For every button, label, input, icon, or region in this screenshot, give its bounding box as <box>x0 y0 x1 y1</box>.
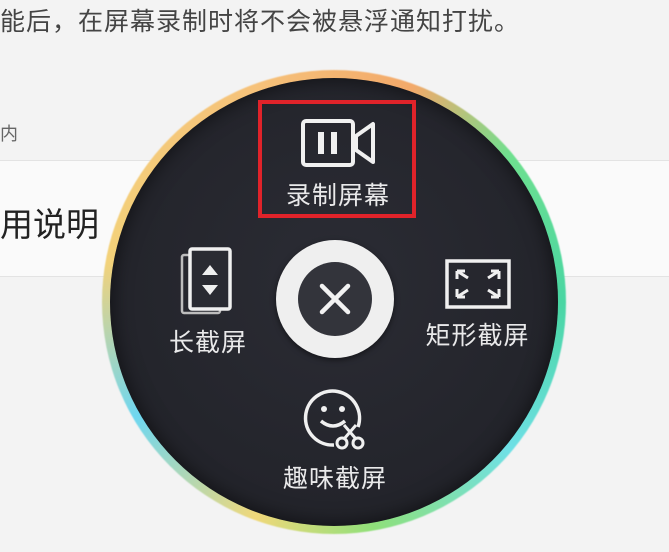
fun-screenshot-icon <box>303 389 365 450</box>
close-icon <box>319 283 351 315</box>
close-menu-button[interactable] <box>276 240 394 358</box>
long-screenshot-label: 长截屏 <box>168 328 247 357</box>
usage-instructions-heading: 用说明 <box>0 205 99 244</box>
fun-screenshot-button[interactable]: 趣味截屏 <box>270 383 400 495</box>
long-screenshot-button[interactable]: 长截屏 <box>158 245 258 359</box>
close-button-inner <box>298 262 372 336</box>
highlight-box <box>258 100 416 218</box>
background-small-text: 内 <box>0 124 18 145</box>
rectangle-screenshot-button[interactable]: 矩形截屏 <box>415 258 540 352</box>
long-screenshot-icon <box>180 247 232 315</box>
rectangle-screenshot-icon <box>444 259 511 309</box>
rectangle-screenshot-label: 矩形截屏 <box>425 321 530 350</box>
background-description-text: 能后，在屏幕录制时将不会被悬浮通知打扰。 <box>0 7 521 36</box>
fun-screenshot-label: 趣味截屏 <box>282 464 387 493</box>
